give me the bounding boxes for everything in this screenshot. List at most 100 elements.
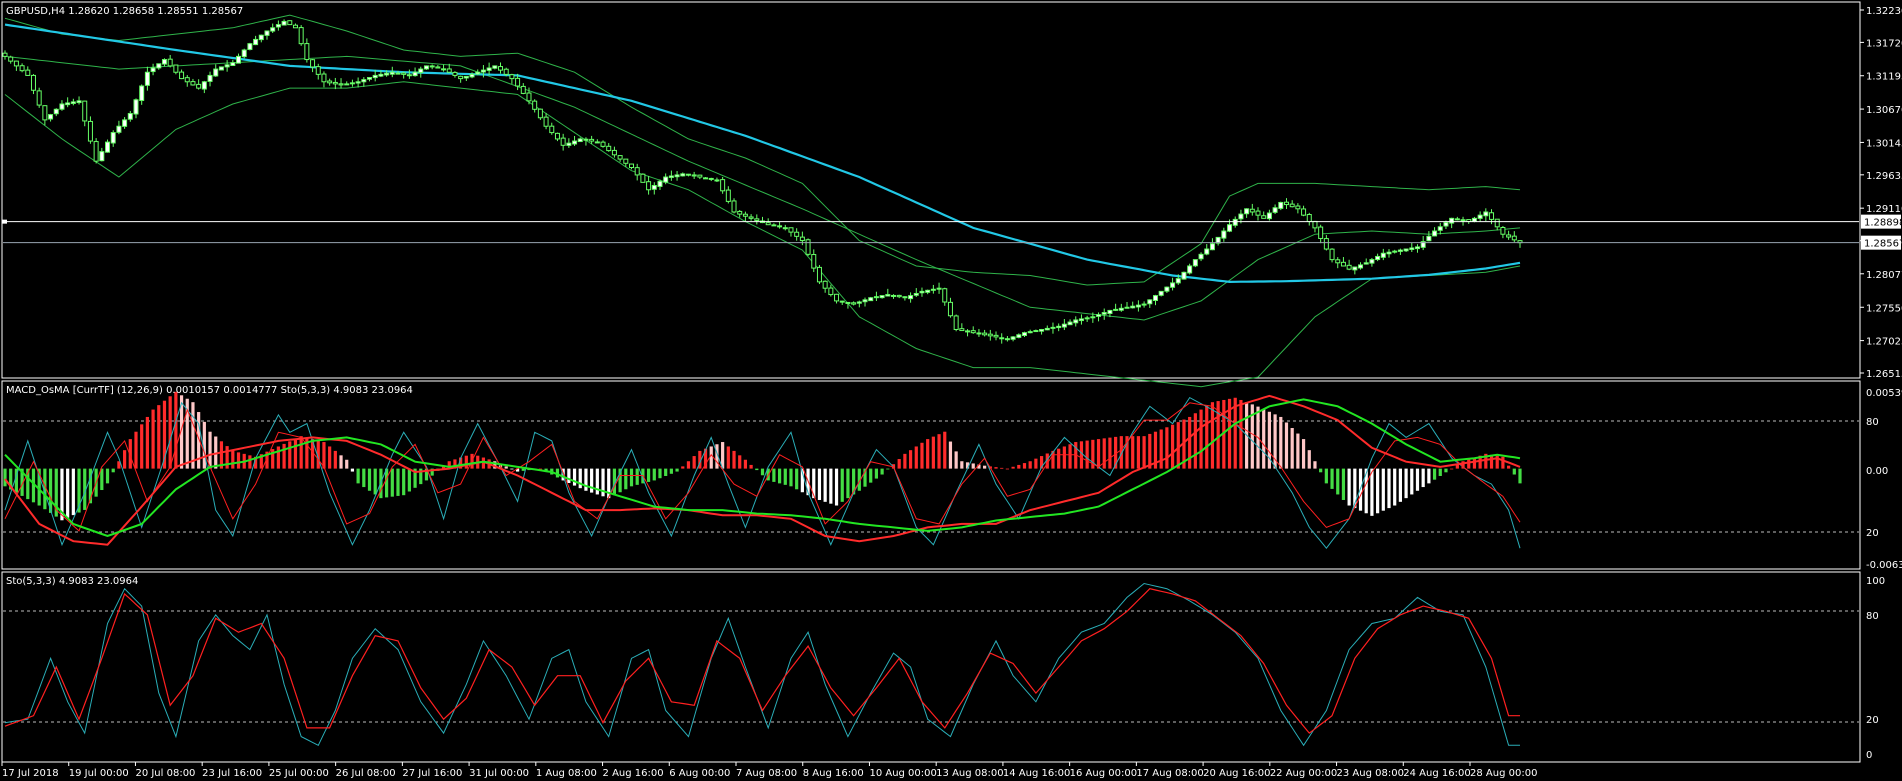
osma-bar	[66, 468, 70, 518]
osma-bar	[1136, 436, 1141, 469]
candle-body	[19, 65, 25, 72]
osma-bar	[1000, 467, 1004, 469]
hline-price-tag: 1.28898	[1864, 218, 1902, 229]
candle-body	[270, 27, 276, 32]
osma-bar	[1068, 444, 1072, 469]
osma-bar	[1079, 441, 1084, 469]
osma-bar	[3, 468, 7, 487]
candle-body	[1261, 215, 1267, 219]
candle-body	[1181, 271, 1187, 280]
osma-bar	[795, 468, 799, 490]
macd-tick-label: 0.00	[1866, 466, 1888, 477]
osma-bar	[1262, 409, 1266, 469]
candle-body	[526, 92, 532, 102]
candle-body	[207, 74, 213, 82]
candle-body	[315, 66, 321, 75]
osma-bar	[572, 468, 577, 486]
osma-bar	[954, 451, 958, 469]
candle-body	[418, 68, 424, 74]
candle-body	[70, 101, 76, 104]
time-tick-label: 19 Jul 00:00	[69, 768, 129, 779]
candle-body	[748, 216, 754, 219]
osma-bar	[834, 468, 839, 506]
candle-body	[1386, 251, 1392, 255]
osma-bar	[760, 468, 765, 476]
candle-body	[48, 114, 54, 120]
osma-bar	[345, 459, 349, 469]
osma-bar	[1307, 450, 1311, 469]
candle-body	[720, 179, 726, 192]
osma-bar	[328, 446, 332, 469]
candle-body	[99, 151, 105, 162]
osma-bar	[100, 468, 104, 491]
osma-bar	[521, 468, 525, 471]
horizontal-line-handle[interactable]	[2, 219, 7, 224]
osma-bar	[390, 468, 394, 497]
osma-bar	[1148, 433, 1152, 469]
candle-body	[1483, 211, 1489, 217]
osma-bar	[908, 450, 913, 469]
candle-body	[1061, 323, 1067, 328]
candle-body	[731, 200, 737, 213]
candle-body	[1244, 208, 1250, 215]
candle-body	[1352, 266, 1358, 271]
candle-body	[1329, 248, 1335, 261]
candle-body	[919, 290, 925, 294]
candle-body	[230, 62, 236, 67]
candle-body	[1113, 308, 1119, 311]
candle-body	[554, 132, 560, 140]
candle-body	[498, 66, 504, 71]
osma-bar	[789, 468, 793, 487]
candle-body	[1409, 247, 1415, 250]
candle-body	[503, 68, 509, 75]
candle-body	[862, 299, 868, 303]
candle-body	[1506, 234, 1512, 238]
candle-body	[765, 222, 771, 226]
osma-bar	[191, 402, 195, 469]
time-tick-label: 2 Aug 16:00	[603, 768, 664, 779]
candle-body	[2, 52, 8, 57]
candle-body	[537, 108, 543, 119]
candle-body	[1346, 264, 1352, 270]
osma-bar	[282, 443, 286, 469]
osma-bar	[1062, 446, 1066, 469]
macd-tick-label: -0.006326	[1866, 560, 1902, 571]
osma-bar	[743, 459, 748, 469]
candle-body	[93, 141, 99, 162]
stochastic-tick-label: 100	[1866, 576, 1885, 587]
candle-body	[1471, 217, 1477, 222]
osma-bar	[983, 465, 987, 469]
osma-bar	[151, 409, 155, 469]
osma-bar	[920, 442, 924, 469]
osma-bar	[846, 468, 850, 499]
candle-body	[327, 80, 333, 84]
osma-bar	[1313, 461, 1317, 469]
candle-body	[298, 27, 304, 45]
osma-bar	[373, 468, 377, 495]
candle-body	[520, 85, 526, 94]
osma-bar	[738, 455, 742, 469]
candle-body	[845, 301, 851, 304]
osma-bar	[384, 468, 389, 498]
candle-body	[42, 105, 48, 121]
candle-body	[1135, 304, 1141, 308]
osma-bar	[402, 468, 406, 496]
osma-bar	[1319, 468, 1323, 473]
candle-body	[281, 20, 287, 26]
osma-bar	[926, 439, 930, 469]
candle-body	[1124, 306, 1130, 309]
candle-body	[851, 302, 857, 305]
candle-body	[1084, 317, 1090, 320]
candle-body	[30, 74, 36, 91]
candle-body	[606, 145, 612, 152]
osma-bar	[1296, 433, 1300, 469]
osma-bar	[293, 438, 298, 469]
candle-body	[372, 74, 378, 79]
osma-bar	[134, 431, 138, 469]
candle-body	[1170, 282, 1176, 288]
osma-bar	[510, 468, 514, 470]
candle-body	[224, 64, 230, 68]
candle-body	[1067, 321, 1073, 326]
osma-bar	[231, 450, 235, 469]
time-tick-label: 23 Aug 08:00	[1337, 768, 1404, 779]
